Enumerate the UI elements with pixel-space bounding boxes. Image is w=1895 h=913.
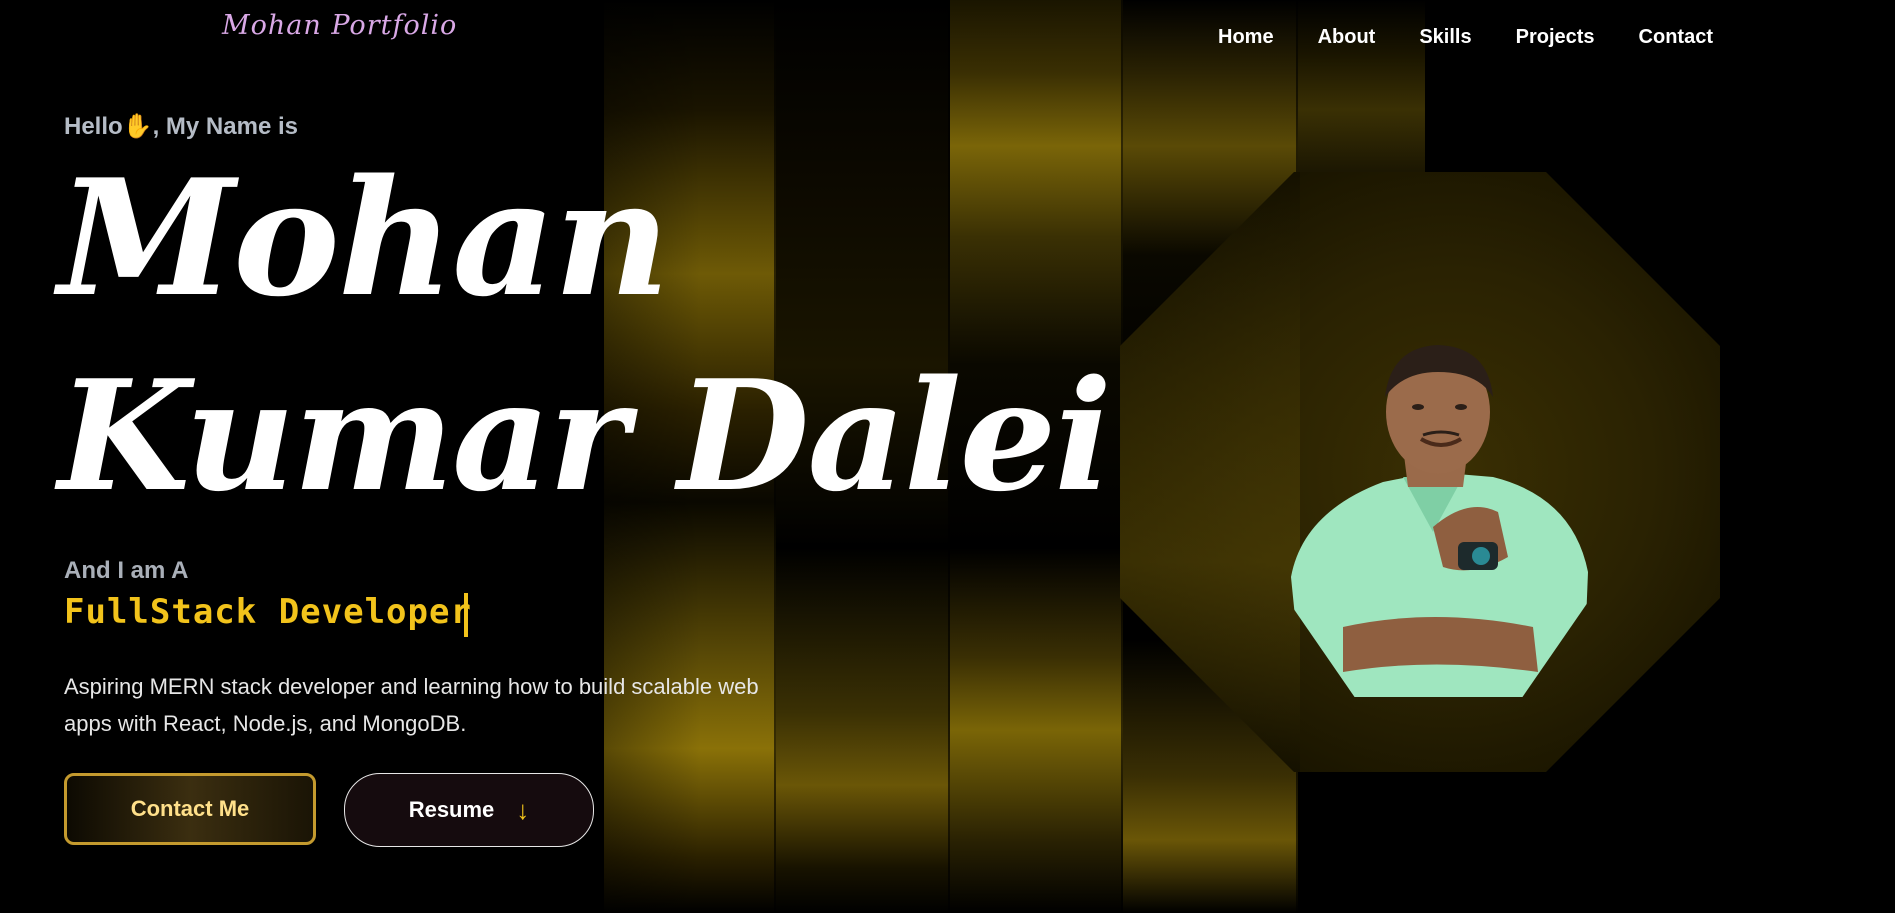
arrow-down-icon: ↓ bbox=[516, 794, 530, 825]
profile-photo bbox=[1283, 327, 1594, 697]
resume-label: Resume bbox=[408, 797, 495, 822]
main-nav: Home About Skills Projects Contact bbox=[1218, 26, 1757, 49]
contact-me-button[interactable]: Contact Me bbox=[64, 773, 316, 845]
contact-me-label: Contact Me bbox=[130, 796, 250, 821]
greeting-prefix: Hello bbox=[64, 113, 123, 140]
typing-cursor bbox=[464, 593, 468, 637]
hero-section: Mohan Portfolio Home About Skills Projec… bbox=[0, 0, 1895, 913]
hero-description: Aspiring MERN stack developer and learni… bbox=[64, 674, 759, 736]
name-last: Kumar Dalei bbox=[58, 346, 1112, 525]
role-intro: And I am A bbox=[64, 557, 189, 584]
waving-hand-icon: ✋ bbox=[122, 113, 153, 140]
nav-skills[interactable]: Skills bbox=[1419, 26, 1471, 49]
resume-button[interactable]: Resume ↓ bbox=[344, 773, 594, 847]
nav-projects[interactable]: Projects bbox=[1516, 26, 1595, 49]
site-logo[interactable]: Mohan Portfolio bbox=[222, 10, 457, 41]
nav-contact[interactable]: Contact bbox=[1639, 26, 1713, 49]
role-title: FullStack Developer bbox=[64, 592, 472, 632]
name-first: Mohan bbox=[58, 144, 670, 332]
nav-about[interactable]: About bbox=[1318, 26, 1376, 49]
nav-home[interactable]: Home bbox=[1218, 26, 1274, 49]
greeting: Hello✋, My Name is bbox=[64, 112, 298, 141]
greeting-suffix: , My Name is bbox=[152, 113, 298, 140]
